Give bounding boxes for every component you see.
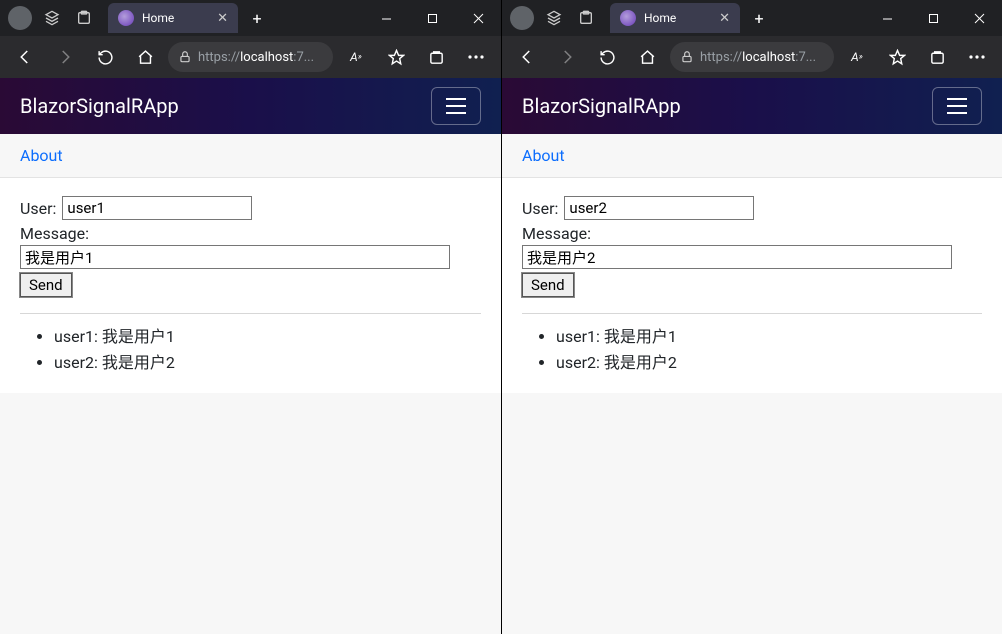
minimize-button[interactable] [864,0,910,36]
send-button[interactable]: Send [20,273,72,297]
new-tab-button[interactable]: + [244,5,270,31]
user-input[interactable] [564,196,754,220]
tab-favicon-icon [620,10,636,26]
back-button[interactable] [8,40,42,74]
browser-window: Home ✕ + https://localhost:7... A» Blazo… [501,0,1002,634]
tab-favicon-icon [118,10,134,26]
message-input[interactable] [20,245,450,269]
list-item: user1: 我是用户1 [54,324,481,350]
address-bar[interactable]: https://localhost:7... [670,42,834,72]
window-controls [864,0,1002,36]
window-controls [363,0,501,36]
favorite-button[interactable] [379,40,413,74]
refresh-button[interactable] [590,40,624,74]
about-row: About [0,134,501,178]
page-content: BlazorSignalRApp About User: Message: Se… [0,78,501,634]
close-tab-icon[interactable]: ✕ [719,12,730,25]
content-area: User: Message: Send user1: 我是用户1 user2: … [502,178,1002,393]
address-bar[interactable]: https://localhost:7... [168,42,333,72]
page-content: BlazorSignalRApp About User: Message: Se… [502,78,1002,634]
close-window-button[interactable] [956,0,1002,36]
separator [20,313,481,314]
separator [522,313,982,314]
tab-actions-icon[interactable] [572,4,600,32]
collections-button[interactable] [920,40,954,74]
list-item: user2: 我是用户2 [54,350,481,376]
close-tab-icon[interactable]: ✕ [217,12,228,25]
workspaces-icon[interactable] [38,4,66,32]
new-tab-button[interactable]: + [746,5,772,31]
app-brand: BlazorSignalRApp [522,94,681,118]
user-input[interactable] [62,196,252,220]
tab-title: Home [142,11,209,25]
message-label: Message: [20,224,89,243]
messages-list: user1: 我是用户1 user2: 我是用户2 [20,324,481,375]
forward-button[interactable] [550,40,584,74]
more-menu-button[interactable] [459,40,493,74]
tab-actions-icon[interactable] [70,4,98,32]
list-item: user1: 我是用户1 [556,324,982,350]
url-text: https://localhost:7... [198,50,314,65]
messages-list: user1: 我是用户1 user2: 我是用户2 [522,324,982,375]
refresh-button[interactable] [88,40,122,74]
browser-window: Home ✕ + https://localhost:7... A» Blazo… [0,0,501,634]
message-label: Message: [522,224,591,243]
close-window-button[interactable] [455,0,501,36]
lock-icon [680,50,694,64]
browser-tab[interactable]: Home ✕ [610,3,740,33]
content-area: User: Message: Send user1: 我是用户1 user2: … [0,178,501,393]
about-link[interactable]: About [20,146,63,165]
navbar-toggle-button[interactable] [431,87,481,125]
browser-toolbar: https://localhost:7... A» [502,36,1002,78]
lock-icon [178,50,192,64]
maximize-button[interactable] [910,0,956,36]
profile-icon[interactable] [8,6,32,30]
collections-button[interactable] [419,40,453,74]
home-button[interactable] [630,40,664,74]
minimize-button[interactable] [363,0,409,36]
browser-toolbar: https://localhost:7... A» [0,36,501,78]
browser-tab[interactable]: Home ✕ [108,3,238,33]
navbar-toggle-button[interactable] [932,87,982,125]
user-label: User: [20,199,56,218]
about-link[interactable]: About [522,146,565,165]
message-input[interactable] [522,245,952,269]
tab-title: Home [644,11,711,25]
read-aloud-button[interactable]: A» [840,40,874,74]
forward-button[interactable] [48,40,82,74]
maximize-button[interactable] [409,0,455,36]
home-button[interactable] [128,40,162,74]
more-menu-button[interactable] [960,40,994,74]
app-header: BlazorSignalRApp [0,78,501,134]
profile-icon[interactable] [510,6,534,30]
user-label: User: [522,199,558,218]
list-item: user2: 我是用户2 [556,350,982,376]
workspaces-icon[interactable] [540,4,568,32]
back-button[interactable] [510,40,544,74]
about-row: About [502,134,1002,178]
titlebar: Home ✕ + [502,0,1002,36]
app-brand: BlazorSignalRApp [20,94,179,118]
read-aloud-button[interactable]: A» [339,40,373,74]
send-button[interactable]: Send [522,273,574,297]
url-text: https://localhost:7... [700,50,816,65]
app-header: BlazorSignalRApp [502,78,1002,134]
titlebar: Home ✕ + [0,0,501,36]
favorite-button[interactable] [880,40,914,74]
